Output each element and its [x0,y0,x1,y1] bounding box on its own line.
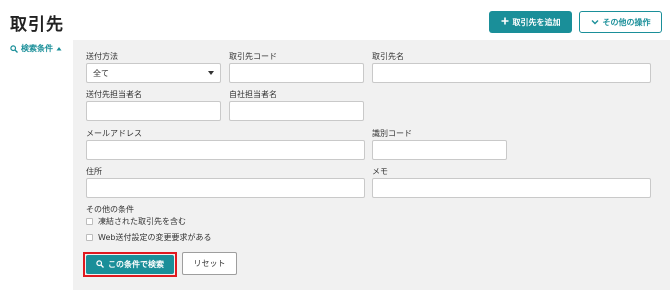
web-change-request-checkbox[interactable] [86,234,93,241]
address-input[interactable] [86,178,365,198]
delivery-method-value: 全て [93,68,109,78]
web-change-request-option[interactable]: Web送付設定の変更要求がある [86,232,211,243]
dropdown-caret-icon [208,71,214,75]
caret-up-icon [56,46,62,51]
chevron-down-icon [591,18,599,27]
partner-name-label: 取引先名 [372,52,404,61]
include-frozen-checkbox[interactable] [86,218,93,225]
add-partner-label: 取引先を追加 [512,17,561,27]
plus-icon [501,17,509,27]
search-icon [10,44,18,53]
include-frozen-option[interactable]: 凍結された取引先を含む [86,216,186,227]
id-code-label: 識別コード [372,129,412,138]
search-conditions-toggle[interactable]: 検索条件 [10,43,62,54]
search-button[interactable]: この条件で検索 [86,255,174,274]
other-conditions-label: その他の条件 [86,205,134,214]
partner-code-label: 取引先コード [229,52,277,61]
other-operations-button[interactable]: その他の操作 [579,11,662,33]
address-label: 住所 [86,167,102,176]
delivery-method-select[interactable]: 全て [86,63,221,83]
reset-button[interactable]: リセット [182,252,237,275]
page-title: 取引先 [10,15,64,35]
delivery-method-label: 送付方法 [86,52,118,61]
search-button-highlight: この条件で検索 [83,252,177,277]
email-input[interactable] [86,140,365,160]
memo-label: メモ [372,167,388,176]
recipient-contact-label: 送付先担当者名 [86,90,142,99]
other-operations-label: その他の操作 [602,17,651,27]
partner-code-input[interactable] [229,63,364,83]
include-frozen-label: 凍結された取引先を含む [98,217,186,226]
partner-name-input[interactable] [372,63,651,83]
id-code-input[interactable] [372,140,507,160]
own-contact-input[interactable] [229,101,364,121]
email-label: メールアドレス [86,129,142,138]
memo-input[interactable] [372,178,651,198]
recipient-contact-input[interactable] [86,101,221,121]
search-button-label: この条件で検索 [108,260,164,269]
add-partner-button[interactable]: 取引先を追加 [489,11,572,33]
search-conditions-label: 検索条件 [21,44,53,53]
search-icon [96,259,104,270]
own-contact-label: 自社担当者名 [229,90,277,99]
web-change-request-label: Web送付設定の変更要求がある [98,233,212,242]
